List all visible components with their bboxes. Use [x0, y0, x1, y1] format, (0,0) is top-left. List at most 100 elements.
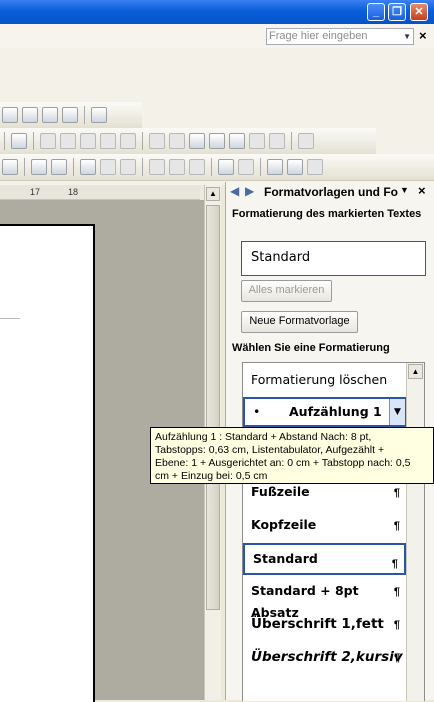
line-style-icon[interactable]	[189, 133, 205, 149]
list-item[interactable]: • Aufzählung 1 ▼	[243, 397, 406, 427]
paragraph-mark-icon: ¶	[393, 487, 400, 499]
list-item[interactable]: Standard ¶	[243, 543, 406, 575]
paragraph-mark-icon: ¶	[391, 558, 398, 570]
rotate-icon[interactable]	[169, 133, 185, 149]
list-item[interactable]: Kopfzeile ¶	[243, 514, 406, 538]
tool-icon[interactable]	[42, 107, 58, 123]
text-wrap-icon[interactable]	[229, 133, 245, 149]
reset-picture-icon[interactable]	[298, 133, 314, 149]
document-page[interactable]	[0, 224, 95, 702]
bullet-icon: •	[253, 404, 261, 419]
toolbar-row-2	[0, 128, 376, 155]
paragraph-mark-icon: ¶	[393, 619, 400, 631]
toolbar-area	[0, 48, 434, 185]
style-label: Formatierung löschen	[251, 372, 388, 387]
toolbar-separator	[84, 106, 85, 124]
list-item[interactable]: Überschrift 1,fett ¶	[243, 613, 406, 637]
ruler-mark: 18	[68, 187, 79, 197]
forward-arrow-icon[interactable]: ▶	[245, 184, 254, 198]
ruler-mark: 17	[30, 187, 41, 197]
tooltip-line: Aufzählung 1 : Standard + Abstand Nach: …	[155, 431, 372, 443]
styles-list: Formatierung löschen • Aufzählung 1 ▼ Fu…	[242, 362, 425, 701]
style-label: Standard	[253, 551, 318, 566]
choose-formatting-heading: Wählen Sie eine Formatierung	[232, 342, 390, 354]
style-label: Überschrift 1,fett	[251, 616, 384, 632]
current-style-value: Standard	[251, 250, 311, 265]
fill-color-icon[interactable]	[51, 159, 67, 175]
autosum-icon[interactable]	[307, 159, 323, 175]
help-search-input[interactable]: Frage hier eingeben ▼	[266, 28, 414, 45]
toolbar-separator	[260, 158, 261, 176]
pane-title: Formatvorlagen und Fo	[264, 185, 399, 199]
toolbar-separator	[211, 158, 212, 176]
toolbar-row-3	[0, 154, 434, 181]
chevron-down-icon[interactable]: ▼	[400, 185, 409, 195]
style-label: Fußzeile	[251, 484, 310, 499]
horizontal-ruler[interactable]: 17 18	[0, 185, 200, 200]
tool-icon[interactable]	[169, 159, 185, 175]
help-search-placeholder: Frage hier eingeben	[269, 30, 368, 42]
scroll-up-icon[interactable]: ▲	[408, 364, 423, 379]
tool-icon[interactable]	[100, 133, 116, 149]
restore-button[interactable]: ❐	[388, 3, 406, 21]
style-tooltip: Aufzählung 1 : Standard + Abstand Nach: …	[150, 427, 434, 484]
toolbar-separator	[73, 158, 74, 176]
close-icon[interactable]: ×	[418, 183, 426, 198]
paragraph-mark-icon: ¶	[393, 652, 400, 664]
align-icon[interactable]	[149, 159, 165, 175]
tool-icon[interactable]	[40, 133, 56, 149]
chevron-down-icon[interactable]: ▼	[389, 399, 405, 425]
style-label: Kopfzeile	[251, 517, 317, 532]
tool-icon[interactable]	[80, 133, 96, 149]
chevron-down-icon[interactable]: ▼	[403, 29, 411, 44]
close-window-button[interactable]: ✕	[410, 3, 428, 21]
toolbar-separator	[33, 132, 34, 150]
tool-icon[interactable]	[60, 133, 76, 149]
list-item[interactable]: Fußzeile ¶	[243, 481, 406, 505]
toolbar-separator	[142, 158, 143, 176]
tool-icon[interactable]	[189, 159, 205, 175]
compress-icon[interactable]	[209, 133, 225, 149]
border-icon[interactable]	[31, 159, 47, 175]
style-label: Aufzählung 1	[289, 404, 382, 419]
scroll-up-icon[interactable]: ▲	[206, 187, 220, 201]
tool-icon[interactable]	[218, 159, 234, 175]
list-item[interactable]: Überschrift 2,kursiv ¶	[243, 646, 406, 670]
tool-icon[interactable]	[120, 133, 136, 149]
style-label: Überschrift 2,kursiv	[251, 649, 403, 665]
tool-icon[interactable]	[100, 159, 116, 175]
tool-icon[interactable]	[91, 107, 107, 123]
toolbar-separator	[4, 132, 5, 150]
picture-icon[interactable]	[11, 133, 27, 149]
sort-ascending-icon[interactable]	[267, 159, 283, 175]
sort-descending-icon[interactable]	[287, 159, 303, 175]
crop-icon[interactable]	[149, 133, 165, 149]
list-item[interactable]: Formatierung löschen	[243, 369, 406, 393]
styles-list-scrollbar[interactable]: ▲	[406, 363, 424, 701]
font-color-icon[interactable]	[2, 159, 18, 175]
minimize-button[interactable]: _	[367, 3, 385, 21]
select-all-button[interactable]: Alles markieren	[241, 280, 332, 302]
tooltip-line: Tabstopps: 0,63 cm, Listentabulator, Auf…	[155, 444, 385, 456]
tool-icon[interactable]	[120, 159, 136, 175]
format-picture-icon[interactable]	[249, 133, 265, 149]
paragraph-mark-icon: ¶	[393, 520, 400, 532]
tool-icon[interactable]	[2, 107, 18, 123]
back-arrow-icon[interactable]: ◀	[230, 184, 239, 198]
new-style-button[interactable]: Neue Formatvorlage	[241, 311, 358, 333]
paragraph-mark-icon: ¶	[393, 586, 400, 598]
set-transparent-icon[interactable]	[269, 133, 285, 149]
list-item[interactable]: Standard + 8pt Absatz ¶	[243, 580, 406, 620]
tool-icon[interactable]	[238, 159, 254, 175]
current-style-box[interactable]: Standard	[241, 241, 426, 276]
scroll-thumb[interactable]	[206, 205, 220, 610]
window-titlebar: _ ❐ ✕	[0, 0, 434, 24]
tool-icon[interactable]	[22, 107, 38, 123]
toolbar-row-1	[0, 102, 142, 129]
margin-guide	[0, 318, 20, 319]
tool-icon[interactable]	[62, 107, 78, 123]
selected-text-heading: Formatierung des markierten Textes	[232, 208, 422, 220]
toolbar-separator	[291, 132, 292, 150]
close-document-button[interactable]: ×	[419, 28, 427, 43]
table-icon[interactable]	[80, 159, 96, 175]
